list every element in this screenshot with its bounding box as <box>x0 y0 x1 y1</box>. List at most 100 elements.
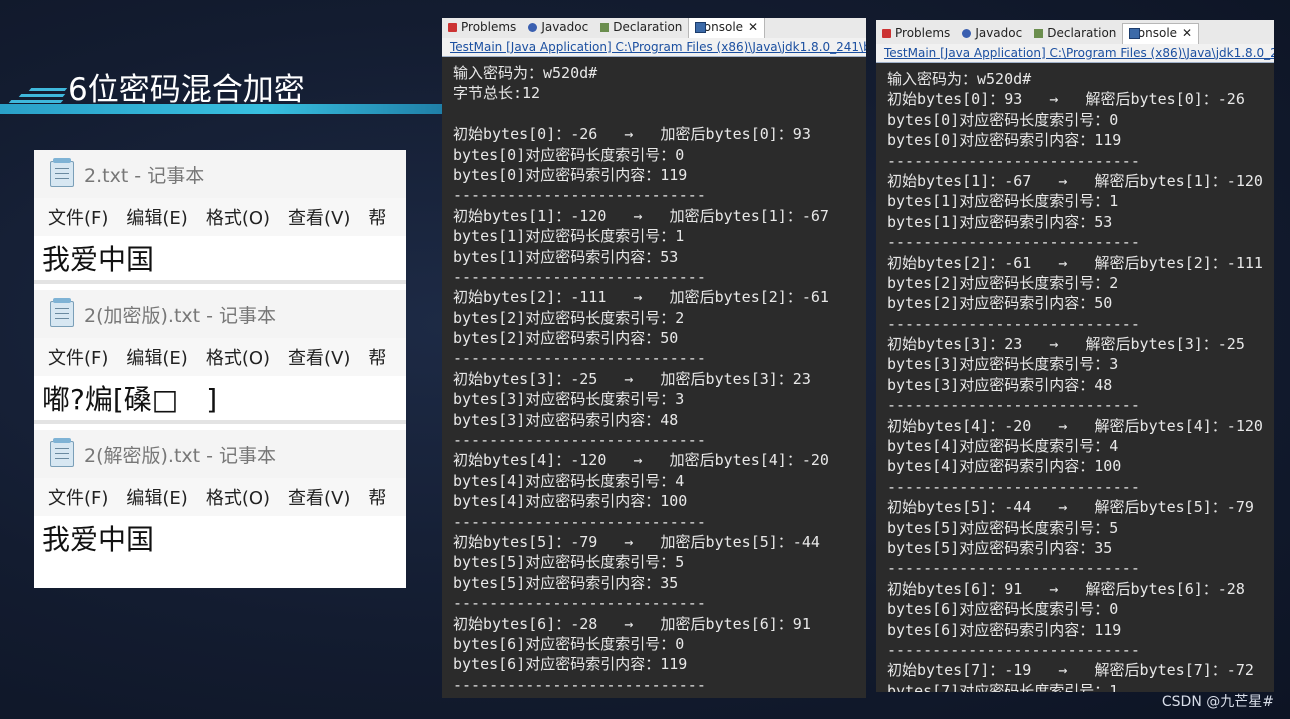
menu-view[interactable]: 查看(V) <box>288 344 350 370</box>
menu-view[interactable]: 查看(V) <box>288 484 350 510</box>
console-line: 初始bytes[1]：-120 → 加密后bytes[1]：-67 <box>453 206 829 225</box>
console-line: 输入密码为：w520d# <box>453 64 598 82</box>
console-line: bytes[3]对应密码索引内容：48 <box>887 375 1113 394</box>
notepad-panel: 2.txt - 记事本 文件(F) 编辑(E) 格式(O) 查看(V) 帮 我爱… <box>34 150 406 588</box>
console-line: bytes[5]对应密码长度索引号：5 <box>887 518 1119 537</box>
title-stripe-2 <box>18 94 66 97</box>
console-line: bytes[5]对应密码索引内容：35 <box>453 573 679 592</box>
console-line: 字节总长:12 <box>453 84 541 103</box>
close-icon[interactable]: ✕ <box>748 20 758 34</box>
tab-label: Declaration <box>1047 26 1117 40</box>
console-line: 初始bytes[5]：-79 → 加密后bytes[5]：-44 <box>453 532 820 551</box>
menu-format[interactable]: 格式(O) <box>206 484 270 510</box>
console-line: bytes[4]对应密码长度索引号：4 <box>887 437 1119 456</box>
console-line: bytes[2]对应密码索引内容：50 <box>453 329 679 348</box>
console-line: ---------------------------- <box>887 314 1140 333</box>
close-icon[interactable]: ✕ <box>1182 26 1192 40</box>
menu-view[interactable]: 查看(V) <box>288 204 350 230</box>
tab-label: Javadoc <box>541 20 589 34</box>
console-line: bytes[4]对应密码索引内容：100 <box>887 457 1122 476</box>
view-tabs: Problems Javadoc Declaration Console ✕ <box>442 18 866 38</box>
console-line: 初始bytes[0]：-26 → 加密后bytes[0]：93 <box>453 125 811 144</box>
menu-format[interactable]: 格式(O) <box>206 344 270 370</box>
console-line: bytes[5]对应密码索引内容：35 <box>887 538 1113 557</box>
menu-file[interactable]: 文件(F) <box>48 204 108 230</box>
menu-format[interactable]: 格式(O) <box>206 204 270 230</box>
console-line: bytes[2]对应密码长度索引号：2 <box>887 273 1119 292</box>
console-line: ---------------------------- <box>887 477 1140 496</box>
console-line: ---------------------------- <box>453 186 706 205</box>
tab-label: Problems <box>461 20 517 34</box>
console-line: 初始bytes[7]：-19 → 解密后bytes[7]：-72 <box>887 661 1254 680</box>
console-line: ---------------------------- <box>887 559 1140 578</box>
javadoc-icon <box>528 22 538 32</box>
console-line: bytes[6]对应密码索引内容：119 <box>887 620 1122 639</box>
menu-help[interactable]: 帮 <box>368 344 386 370</box>
console-line: 初始bytes[6]：91 → 解密后bytes[6]：-28 <box>887 579 1245 598</box>
text-content[interactable]: 嘟?煸[磉□ ] <box>34 376 406 420</box>
console-line: bytes[3]对应密码长度索引号：3 <box>887 355 1119 374</box>
text-content[interactable]: 我爱中国 <box>34 236 406 280</box>
console-line: 初始bytes[2]：-61 → 解密后bytes[2]：-111 <box>887 253 1263 272</box>
title-stripe-1 <box>28 88 68 91</box>
console-line: ---------------------------- <box>887 151 1140 170</box>
tab-problems[interactable]: Problems <box>876 24 956 44</box>
console-line: bytes[0]对应密码长度索引号：0 <box>887 110 1119 129</box>
menu-help[interactable]: 帮 <box>368 484 386 510</box>
console-line: ---------------------------- <box>453 349 706 368</box>
slide-title: 6位密码混合加密 <box>68 72 305 108</box>
console-line: bytes[0]对应密码长度索引号：0 <box>453 145 685 164</box>
declaration-icon <box>1034 28 1044 38</box>
menu-edit[interactable]: 编辑(E) <box>126 204 187 230</box>
console-line: ---------------------------- <box>453 675 706 694</box>
console-line: bytes[0]对应密码索引内容：119 <box>887 131 1122 150</box>
menu-help[interactable]: 帮 <box>368 204 386 230</box>
tab-declaration[interactable]: Declaration <box>594 18 688 38</box>
console-line: ---------------------------- <box>887 233 1140 252</box>
console-icon <box>695 21 707 33</box>
console-line: bytes[0]对应密码索引内容：119 <box>453 165 688 184</box>
console-line: bytes[1]对应密码长度索引号：1 <box>887 192 1119 211</box>
launch-path[interactable]: TestMain [Java Application] C:\Program F… <box>442 38 866 57</box>
console-decrypt-panel: Problems Javadoc Declaration Console ✕ Te… <box>876 20 1274 692</box>
menu-edit[interactable]: 编辑(E) <box>126 344 187 370</box>
console-line: ---------------------------- <box>453 267 706 286</box>
text-content[interactable]: 我爱中国 <box>34 516 406 560</box>
notepad-titlebar[interactable]: 2(加密版).txt - 记事本 <box>34 290 406 338</box>
console-line: 初始bytes[1]：-67 → 解密后bytes[1]：-120 <box>887 171 1263 190</box>
console-line: bytes[1]对应密码索引内容：53 <box>887 212 1113 231</box>
console-line: ---------------------------- <box>453 512 706 531</box>
window-divider <box>34 420 406 424</box>
console-line: bytes[5]对应密码长度索引号：5 <box>453 553 685 572</box>
console-output[interactable]: 输入密码为：w520d# 初始bytes[0]：93 → 解密后bytes[0]：… <box>876 63 1274 692</box>
console-line: 初始bytes[4]：-120 → 加密后bytes[4]：-20 <box>453 451 829 470</box>
tab-console[interactable]: Console ✕ <box>688 18 766 38</box>
console-line: 初始bytes[0]：93 → 解密后bytes[0]：-26 <box>887 90 1245 109</box>
tab-problems[interactable]: Problems <box>442 18 522 38</box>
tab-javadoc[interactable]: Javadoc <box>956 24 1028 44</box>
console-line: ---------------------------- <box>453 431 706 450</box>
console-icon <box>1129 27 1141 39</box>
tab-label: Problems <box>895 26 951 40</box>
notepad-icon <box>50 158 74 187</box>
tab-javadoc[interactable]: Javadoc <box>522 18 594 38</box>
javadoc-icon <box>962 28 972 38</box>
console-line: 输入密码为：w520d# <box>887 70 1032 88</box>
tab-console[interactable]: Console ✕ <box>1122 23 1200 44</box>
problems-icon <box>882 28 891 38</box>
console-line: 初始bytes[5]：-44 → 解密后bytes[5]：-79 <box>887 498 1254 517</box>
title-stripe-3 <box>8 100 64 103</box>
menu-bar: 文件(F) 编辑(E) 格式(O) 查看(V) 帮 <box>34 198 406 236</box>
console-output[interactable]: 输入密码为：w520d# 字节总长:12 初始bytes[0]：-26 → 加密后b… <box>442 57 866 695</box>
menu-file[interactable]: 文件(F) <box>48 344 108 370</box>
console-line: bytes[1]对应密码索引内容：53 <box>453 247 679 266</box>
window-title: 2(解密版).txt - 记事本 <box>84 444 277 467</box>
console-line: bytes[2]对应密码长度索引号：2 <box>453 308 685 327</box>
menu-edit[interactable]: 编辑(E) <box>126 484 187 510</box>
menu-file[interactable]: 文件(F) <box>48 484 108 510</box>
launch-path[interactable]: TestMain [Java Application] C:\Program F… <box>876 44 1274 63</box>
notepad-titlebar[interactable]: 2.txt - 记事本 <box>34 150 406 198</box>
tab-declaration[interactable]: Declaration <box>1028 24 1122 44</box>
notepad-titlebar[interactable]: 2(解密版).txt - 记事本 <box>34 430 406 478</box>
